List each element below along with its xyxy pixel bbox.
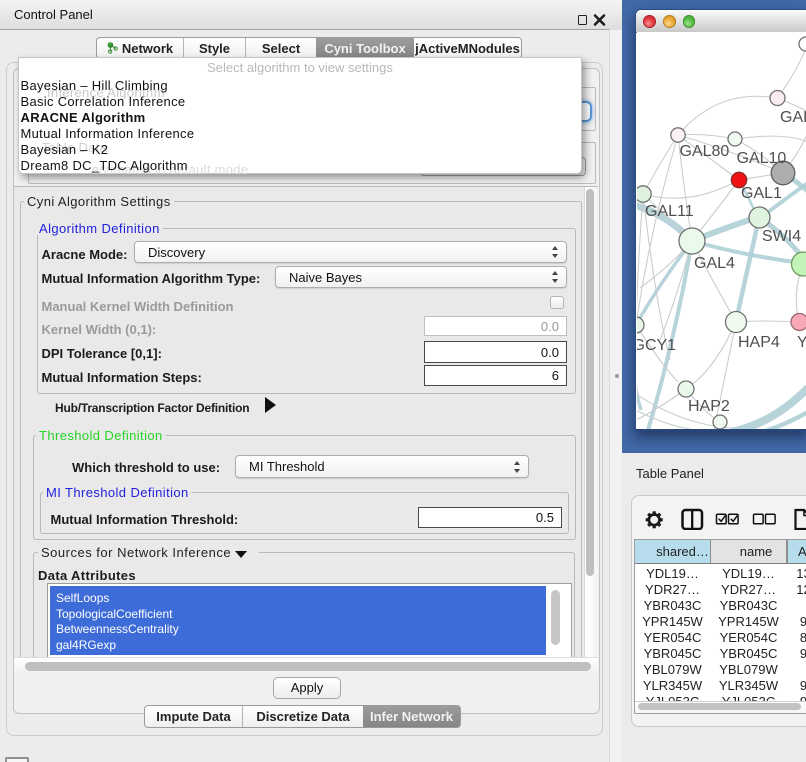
svg-text:GAL80: GAL80 xyxy=(680,143,730,160)
svg-text:GAL4: GAL4 xyxy=(694,255,735,272)
svg-text:HAP2: HAP2 xyxy=(688,398,730,415)
svg-text:GAL1: GAL1 xyxy=(741,185,782,202)
svg-text:SWI4: SWI4 xyxy=(762,228,801,245)
svg-text:YJ: YJ xyxy=(797,334,806,351)
svg-text:GAL2: GAL2 xyxy=(780,109,806,126)
svg-text:HAP4: HAP4 xyxy=(738,334,780,351)
svg-text:GAL11: GAL11 xyxy=(645,203,694,220)
svg-text:GAL10: GAL10 xyxy=(737,150,787,167)
svg-text:GCY1: GCY1 xyxy=(637,337,676,354)
